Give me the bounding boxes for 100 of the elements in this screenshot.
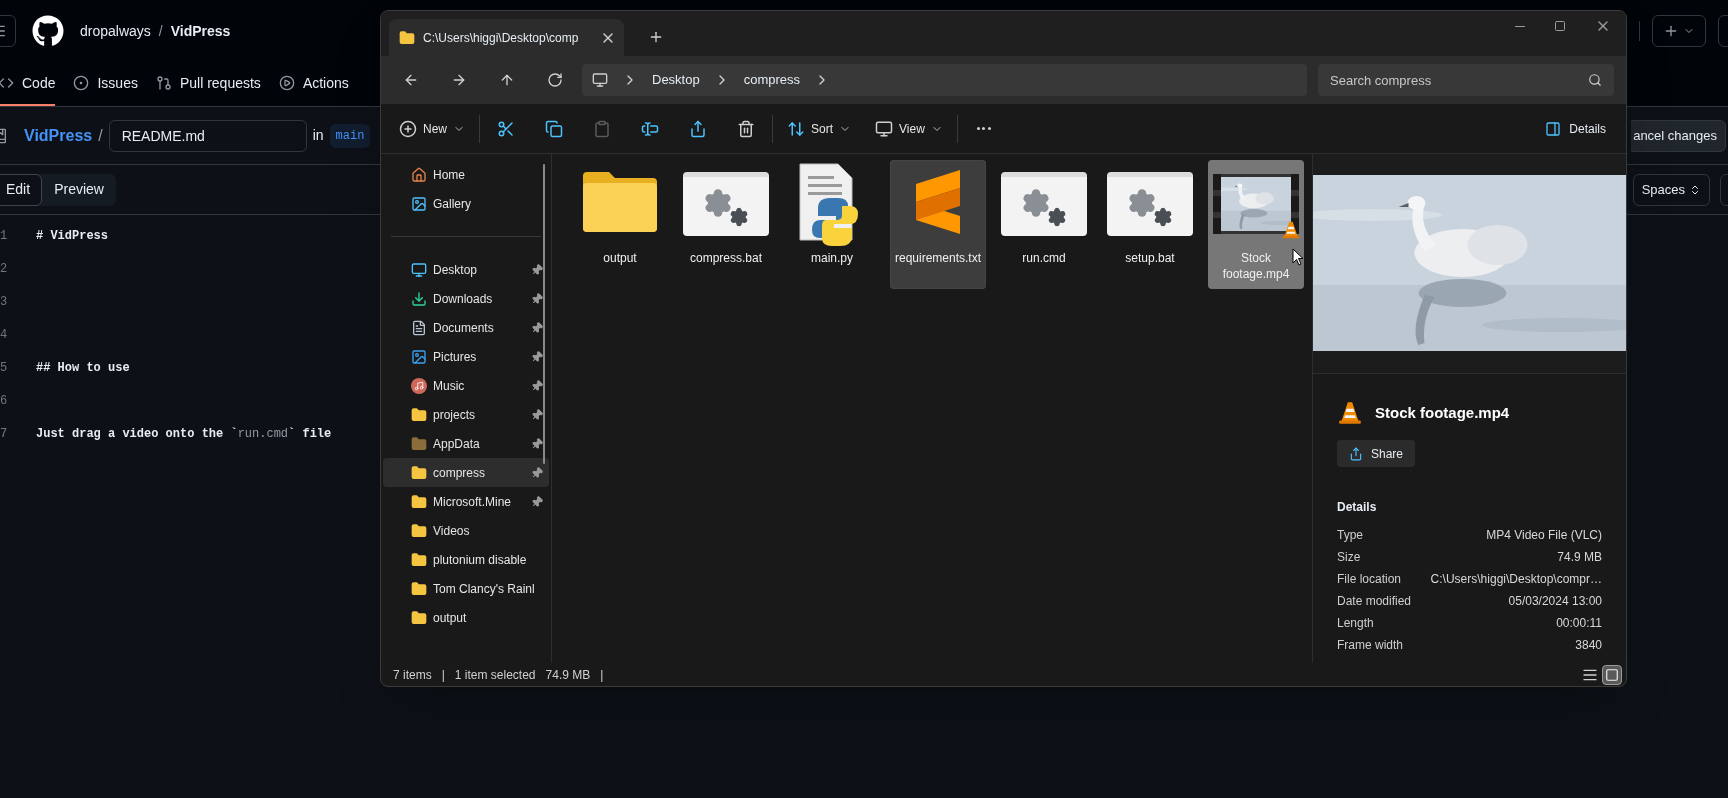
folder-icon: [411, 609, 427, 626]
path-separator: /: [98, 125, 103, 146]
sidebar-item[interactable]: plutonium disable: [383, 545, 549, 574]
sort-button[interactable]: Sort: [779, 111, 860, 146]
clipboard-icon: [593, 119, 611, 138]
large-icons-view-button[interactable]: [1602, 664, 1622, 685]
search-field[interactable]: Search compress: [1318, 64, 1614, 96]
search-icon: [1588, 73, 1602, 87]
new-tab-icon[interactable]: [648, 29, 664, 45]
file-tile[interactable]: Stock footage.mp4: [1208, 160, 1304, 289]
sidebar-item[interactable]: output: [383, 603, 549, 632]
plus-circle-icon: [399, 119, 417, 138]
property-label: Frame width: [1337, 637, 1404, 654]
nav-tab[interactable]: Pull requests: [155, 62, 261, 106]
sidebar-item[interactable]: Pictures: [383, 342, 549, 371]
file-tile[interactable]: compress.bat: [678, 160, 774, 289]
sidebar-item[interactable]: Home: [383, 160, 549, 189]
forward-arrow-icon: [451, 72, 467, 88]
gallery-icon: [411, 195, 427, 212]
file-title: Stock footage.mp4: [1375, 402, 1510, 423]
nav-tab[interactable]: Issues: [73, 62, 138, 106]
create-button[interactable]: [1652, 15, 1706, 47]
document-icon: [411, 319, 427, 336]
folder-icon: [411, 493, 427, 510]
code-icon: [0, 75, 14, 91]
folder-icon: [399, 29, 415, 46]
folder-icon: [411, 406, 427, 423]
sidebar-item[interactable]: Videos: [383, 516, 549, 545]
line-number: 6: [0, 392, 9, 410]
text-cursor-icon: [641, 119, 659, 138]
pull-request-icon: [155, 75, 172, 91]
address-bar[interactable]: Desktop compress: [582, 64, 1307, 96]
scrollbar[interactable]: [543, 164, 545, 464]
file-name-field[interactable]: README.md: [108, 119, 307, 152]
in-label: in: [312, 126, 324, 145]
sidebar-item[interactable]: Documents: [383, 313, 549, 342]
property-label: Length: [1337, 615, 1374, 632]
traffic-cone-icon: [1281, 220, 1301, 240]
code-line: # VidPress: [36, 227, 108, 245]
line-number: 3: [0, 293, 9, 311]
file-tile[interactable]: requirements.txt: [890, 160, 986, 289]
new-button[interactable]: New: [391, 111, 473, 146]
nav-tab[interactable]: Actions: [278, 62, 349, 106]
details-button[interactable]: Details: [1535, 111, 1616, 146]
file-name: requirements.txt: [894, 250, 981, 266]
file-name: compress.bat: [690, 250, 762, 266]
folder-icon: [581, 170, 659, 234]
status-text: |: [441, 666, 445, 684]
back-arrow-icon: [403, 72, 419, 88]
square-icon: [1605, 667, 1619, 682]
sidebar-item[interactable]: Tom Clancy's Rainl: [383, 574, 549, 603]
status-text: 1 item selected: [454, 666, 536, 684]
sidebar-item[interactable]: Downloads: [383, 284, 549, 313]
breadcrumb-item[interactable]: compress: [743, 70, 801, 90]
repo-link[interactable]: VidPress: [24, 123, 93, 148]
property-label: Size: [1337, 549, 1361, 566]
editor-tab[interactable]: Edit: [0, 173, 43, 206]
nav-tab[interactable]: Code: [0, 62, 56, 106]
plus-icon: [1663, 23, 1679, 39]
cancel-button[interactable]: ancel changes: [1631, 119, 1726, 152]
sidebar-item[interactable]: Microsoft.Mine: [383, 487, 549, 516]
window-tab[interactable]: C:\Users\higgi\Desktop\comp: [389, 19, 624, 56]
script-file-icon: [1107, 172, 1193, 236]
share-icon: [1349, 446, 1363, 461]
file-tile[interactable]: output: [572, 160, 668, 289]
property-value: 74.9 MB: [1557, 549, 1602, 566]
tab-title: C:\Users\higgi\Desktop\comp: [423, 29, 579, 47]
file-name: Stock footage.mp4: [1221, 250, 1291, 282]
sort-arrows-icon: [787, 119, 805, 138]
script-file-icon: [683, 172, 769, 236]
owner-link[interactable]: dropalways: [80, 20, 151, 42]
sidebar-item[interactable]: Music: [383, 371, 549, 400]
file-tile[interactable]: main.py: [784, 160, 880, 289]
status-text: 7 items: [393, 666, 432, 684]
issue-icon: [73, 75, 90, 91]
maximize-icon: [1554, 20, 1566, 32]
status-text: 74.9 MB: [545, 666, 591, 684]
view-button[interactable]: View: [867, 111, 951, 146]
file-tile[interactable]: run.cmd: [996, 160, 1092, 289]
line-number: 5: [0, 359, 9, 377]
breadcrumb-item[interactable]: Desktop: [652, 70, 700, 90]
sidebar-item[interactable]: projects: [383, 400, 549, 429]
pictures-icon: [411, 348, 427, 365]
indent-mode-button[interactable]: Spaces: [1632, 173, 1710, 206]
editor-tab[interactable]: Preview: [42, 173, 116, 206]
sidebar-item[interactable]: Gallery: [383, 189, 549, 218]
property-label: Type: [1337, 527, 1363, 544]
share-icon: [689, 119, 707, 138]
sidebar-item[interactable]: AppData: [383, 429, 549, 458]
desktop-icon: [411, 261, 427, 278]
share-button[interactable]: Share: [1337, 440, 1416, 467]
repo-link[interactable]: VidPress: [170, 20, 231, 42]
file-tile[interactable]: setup.bat: [1102, 160, 1198, 289]
panel-icon: [1545, 120, 1562, 137]
music-icon: [411, 377, 427, 394]
sidebar-item[interactable]: Desktop: [383, 255, 549, 284]
trash-icon: [737, 119, 755, 138]
sidebar-item[interactable]: compress: [383, 458, 549, 487]
play-icon: [278, 75, 295, 91]
folder-icon: [411, 435, 427, 452]
